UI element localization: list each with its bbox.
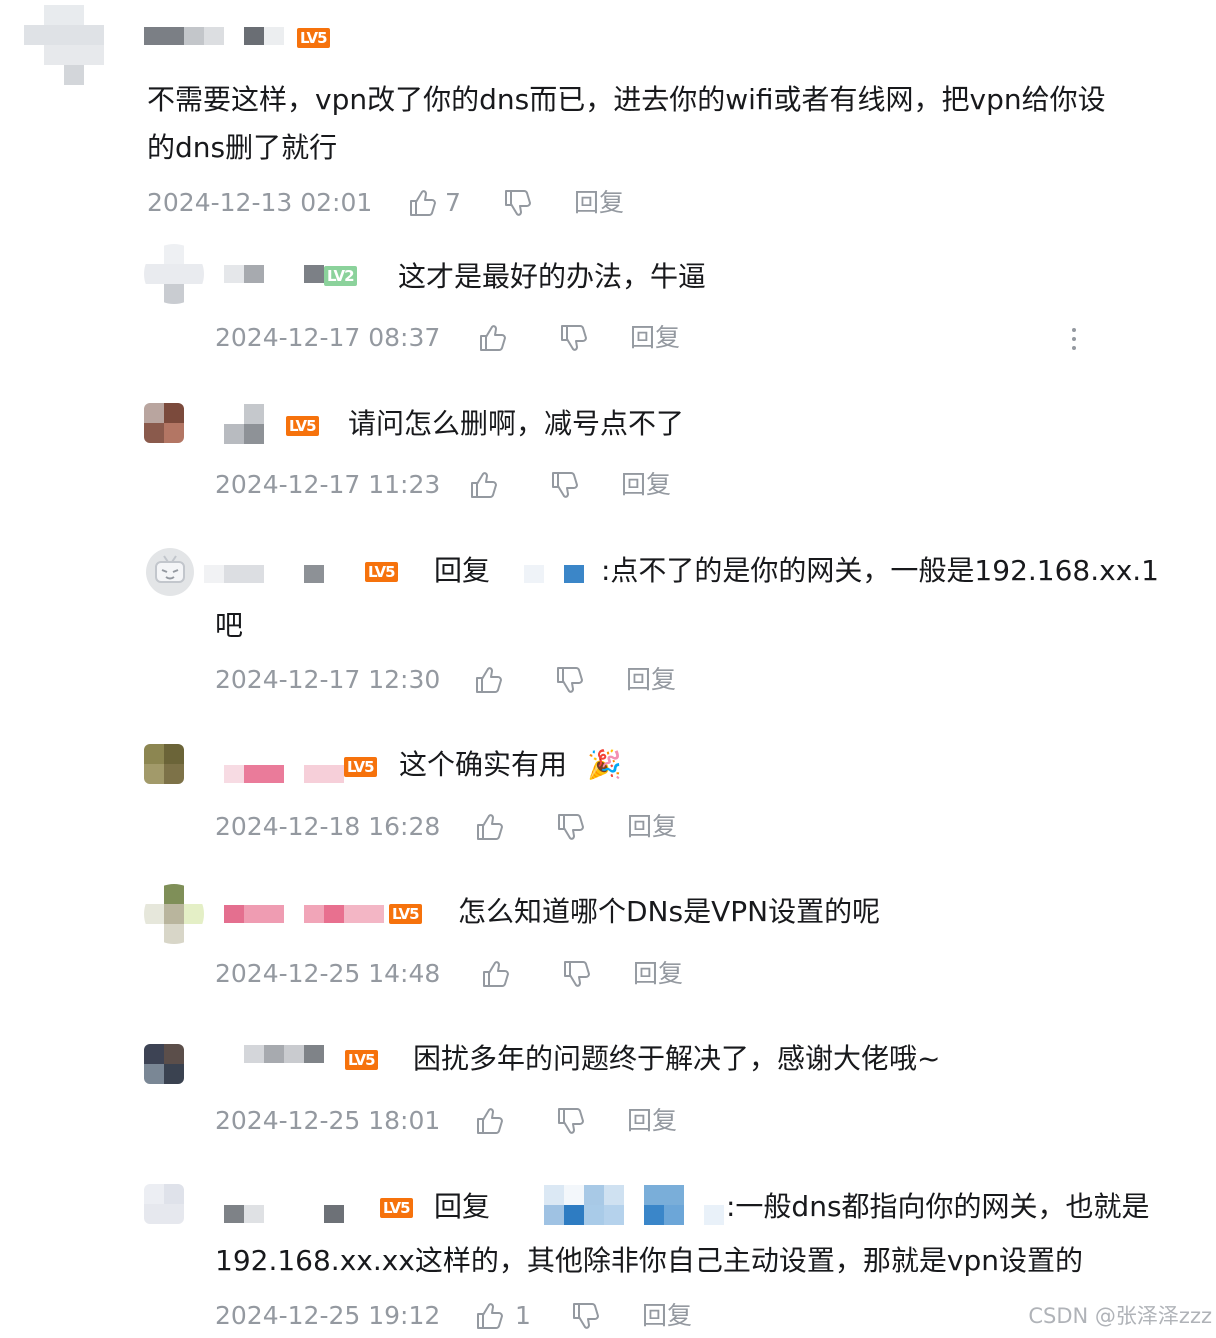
thumb-up-icon[interactable]	[474, 1106, 504, 1136]
reply-button[interactable]: 回复	[627, 809, 677, 845]
thumb-down-icon[interactable]	[558, 323, 588, 353]
timestamp: 2024-12-25 19:12	[215, 1301, 441, 1330]
comment-text-line2: 192.168.xx.xx这样的，其他除非你自己主动设置，那就是vpn设置的	[215, 1244, 1083, 1277]
thumb-up-icon[interactable]	[474, 1301, 504, 1331]
watermark: CSDN @张泽泽zzz	[1028, 1304, 1212, 1328]
tv-mascot-icon[interactable]	[146, 548, 194, 596]
comment-text: :一般dns都指向你的网关，也就是	[726, 1190, 1150, 1223]
avatar[interactable]	[144, 244, 204, 304]
thumb-up-icon[interactable]	[473, 665, 503, 695]
reply-button[interactable]: 回复	[630, 320, 680, 356]
timestamp: 2024-12-17 08:37	[215, 323, 441, 352]
level-badge: LV5	[380, 1198, 413, 1218]
reply-to-label: 回复	[434, 1190, 491, 1223]
comment-text-line2: 吧	[215, 609, 244, 642]
comment-text: 请问怎么删啊，减号点不了	[348, 407, 685, 440]
thumb-up-icon[interactable]	[477, 323, 507, 353]
timestamp: 2024-12-25 18:01	[215, 1106, 441, 1135]
thumb-down-icon[interactable]	[555, 812, 585, 842]
comment-text: 困扰多年的问题终于解决了，感谢大佬哦~	[413, 1042, 941, 1075]
thumb-down-icon[interactable]	[554, 665, 584, 695]
comment-text: 不需要这样，vpn改了你的dns而已，进去你的wifi或者有线网，把vpn给你设	[147, 83, 1106, 116]
thumb-up-icon[interactable]	[480, 959, 510, 989]
comment-text: :点不了的是你的网关，一般是192.168.xx.1	[601, 554, 1159, 587]
more-vertical-icon[interactable]	[1072, 328, 1076, 355]
reply-button[interactable]: 回复	[627, 1103, 677, 1139]
timestamp: 2024-12-18 16:28	[215, 812, 441, 841]
level-badge: LV5	[365, 562, 398, 582]
level-badge: LV5	[389, 904, 422, 924]
reply-button[interactable]: 回复	[626, 662, 676, 698]
thumb-down-icon[interactable]	[570, 1301, 600, 1331]
thumb-up-icon[interactable]	[468, 470, 498, 500]
thumb-up-icon[interactable]	[407, 188, 437, 218]
thumb-down-icon[interactable]	[555, 1106, 585, 1136]
thumb-down-icon[interactable]	[549, 470, 579, 500]
like-count: 1	[515, 1301, 531, 1330]
avatar[interactable]	[24, 5, 104, 85]
avatar[interactable]	[144, 884, 204, 944]
thumb-up-icon[interactable]	[474, 812, 504, 842]
party-popper-icon: 🎉	[587, 748, 622, 781]
reply-button[interactable]: 回复	[642, 1298, 692, 1334]
like-count: 7	[445, 188, 461, 217]
avatar[interactable]	[144, 744, 184, 784]
level-badge: LV5	[297, 28, 330, 48]
timestamp: 2024-12-17 11:23	[215, 470, 441, 499]
level-badge: LV2	[324, 266, 357, 286]
avatar[interactable]	[144, 1044, 184, 1084]
level-badge: LV5	[345, 1050, 378, 1070]
timestamp: 2024-12-17 12:30	[215, 665, 441, 694]
reply-button[interactable]: 回复	[633, 956, 683, 992]
comment-text: 这才是最好的办法，牛逼	[398, 260, 707, 293]
thumb-down-icon[interactable]	[561, 959, 591, 989]
timestamp: 2024-12-13 02:01	[147, 188, 373, 217]
avatar[interactable]	[144, 1184, 184, 1224]
comment-text: 怎么知道哪个DNs是VPN设置的呢	[458, 895, 881, 928]
thumb-down-icon[interactable]	[502, 188, 532, 218]
comment-text-line2: 的dns删了就行	[147, 131, 338, 164]
level-badge: LV5	[344, 757, 377, 777]
reply-to-label: 回复	[434, 554, 491, 587]
reply-button[interactable]: 回复	[621, 467, 671, 503]
reply-button[interactable]: 回复	[574, 185, 624, 221]
avatar[interactable]	[144, 403, 184, 443]
level-badge: LV5	[286, 416, 319, 436]
comment-text: 这个确实有用	[399, 748, 568, 781]
timestamp: 2024-12-25 14:48	[215, 959, 441, 988]
